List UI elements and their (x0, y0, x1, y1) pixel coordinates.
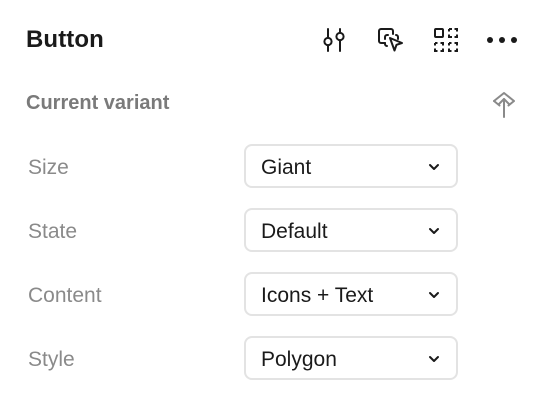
content-select[interactable]: Icons + Text (244, 272, 458, 316)
chevron-down-icon (429, 356, 439, 362)
chevron-down-icon (429, 292, 439, 298)
component-properties-panel: Button Current variant Size Giant State … (0, 0, 540, 410)
panel-title: Button (26, 26, 104, 53)
sliders-icon[interactable] (318, 24, 350, 56)
section-title: Current variant (26, 92, 170, 114)
size-select[interactable]: Giant (244, 144, 458, 188)
select-value: Giant (261, 156, 312, 179)
more-icon[interactable] (486, 24, 518, 56)
property-label: Content (28, 284, 102, 307)
style-select[interactable]: Polygon (244, 336, 458, 380)
chevron-down-icon (429, 228, 439, 234)
chevron-down-icon (429, 164, 439, 170)
property-label: Size (28, 156, 69, 179)
property-row-size: Size Giant (28, 144, 468, 192)
property-row-style: Style Polygon (28, 336, 468, 384)
upload-icon[interactable] (486, 86, 522, 122)
panel-header: Button (26, 20, 522, 60)
select-value: Polygon (261, 348, 337, 371)
current-variant-section: Current variant (26, 86, 522, 122)
select-value: Default (261, 220, 328, 243)
property-row-state: State Default (28, 208, 468, 256)
component-grid-icon[interactable] (430, 24, 462, 56)
select-value: Icons + Text (261, 284, 374, 307)
property-label: State (28, 220, 78, 243)
property-label: Style (28, 348, 75, 371)
select-instance-icon[interactable] (374, 24, 406, 56)
property-row-content: Content Icons + Text (28, 272, 468, 320)
state-select[interactable]: Default (244, 208, 458, 252)
